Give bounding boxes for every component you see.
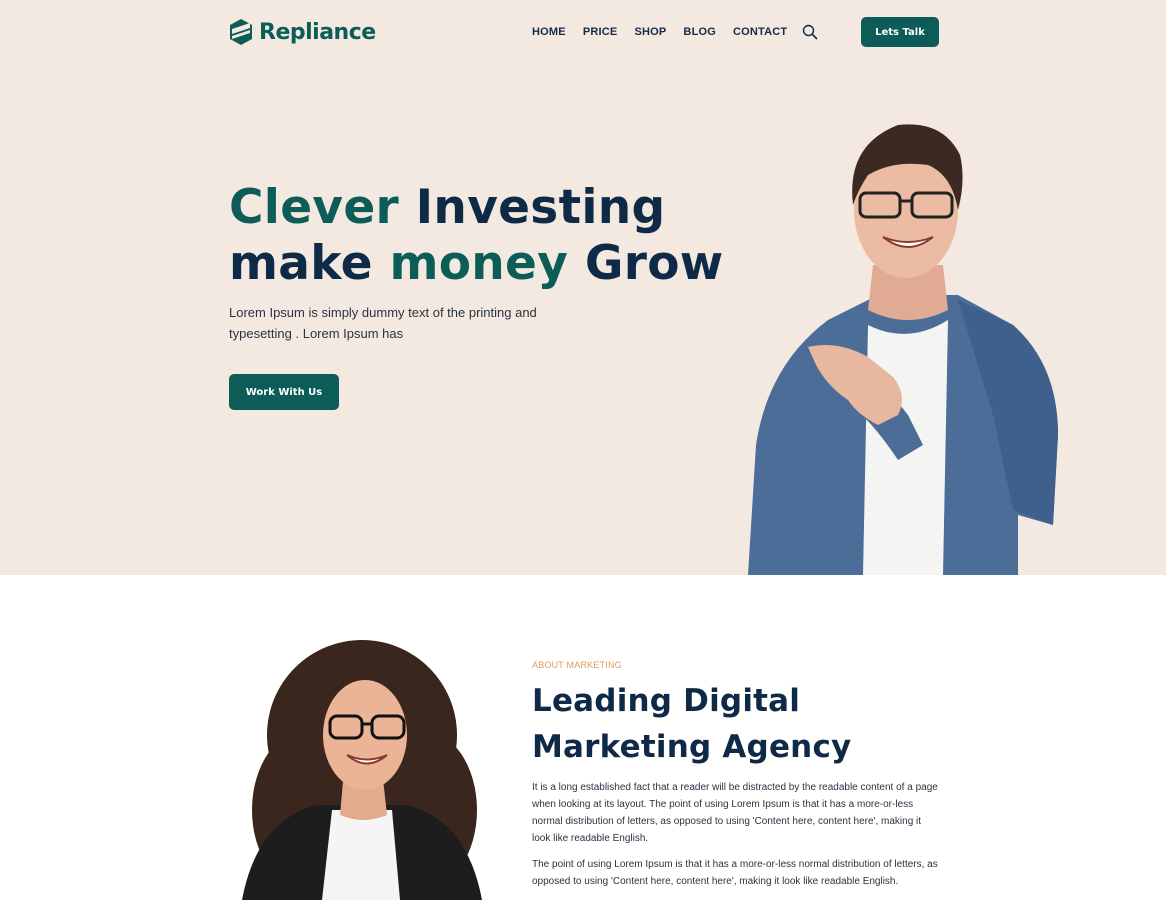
- main-nav: HOME PRICE SHOP BLOG CONTACT: [532, 26, 787, 38]
- about-paragraph-2: The point of using Lorem Ipsum is that i…: [532, 859, 938, 887]
- hero-title: Clever Investing make money Grow: [229, 180, 724, 292]
- about-title-line-1: Leading Digital: [532, 683, 801, 719]
- lets-talk-button[interactable]: Lets Talk: [861, 17, 939, 47]
- search-icon[interactable]: [802, 24, 818, 40]
- hero-title-part-1: Investing: [398, 180, 666, 235]
- nav-contact[interactable]: CONTACT: [733, 26, 787, 38]
- hero-title-accent-2: money: [389, 236, 569, 291]
- brand-name: Repliance: [259, 19, 376, 45]
- woman-smiling-photo: [242, 640, 482, 900]
- nav-home[interactable]: HOME: [532, 26, 566, 38]
- hero-title-accent-1: Clever: [229, 180, 399, 235]
- hero-section: Repliance HOME PRICE SHOP BLOG CONTACT L…: [0, 0, 1166, 575]
- about-title-line-2: Marketing Agency: [532, 729, 852, 765]
- about-paragraph-1: It is a long established fact that a rea…: [532, 782, 938, 844]
- work-with-us-button[interactable]: Work With Us: [229, 374, 339, 410]
- about-eyebrow: ABOUT MARKETING: [532, 660, 622, 670]
- hero-title-part-2: make: [229, 236, 390, 291]
- nav-blog[interactable]: BLOG: [683, 26, 716, 38]
- man-pointing-photo: [748, 124, 1058, 575]
- nav-shop[interactable]: SHOP: [634, 26, 666, 38]
- hexagon-logo-icon: [230, 19, 252, 45]
- brand-logo[interactable]: Repliance: [229, 18, 376, 46]
- hero-title-part-3: Grow: [568, 236, 724, 291]
- hero-description: Lorem Ipsum is simply dummy text of the …: [229, 305, 537, 341]
- nav-price[interactable]: PRICE: [583, 26, 618, 38]
- about-title: Leading Digital Marketing Agency: [532, 678, 851, 770]
